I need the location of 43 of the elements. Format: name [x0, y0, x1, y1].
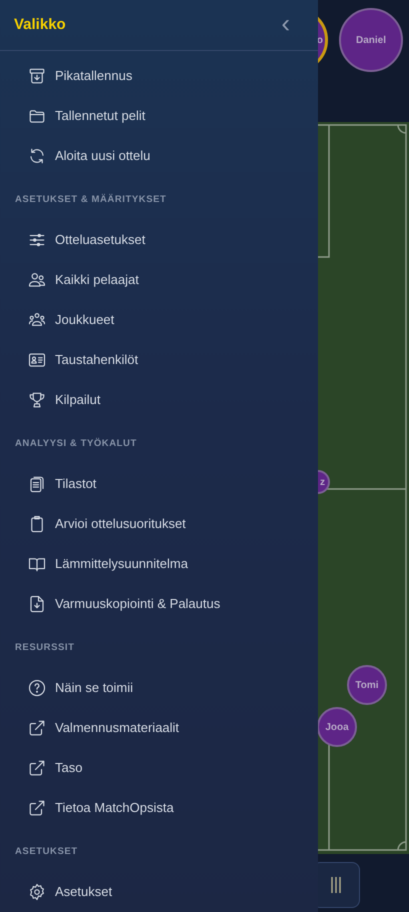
menu-item[interactable]: Asetukset — [0, 872, 318, 912]
menu-title: Valikko — [14, 14, 66, 35]
menu-item[interactable]: Aloita uusi ottelu — [0, 136, 318, 176]
menu-item[interactable]: Lämmittelysuunnitelma — [0, 544, 318, 584]
menu-item[interactable]: Näin se toimii — [0, 668, 318, 708]
id-card-icon — [28, 351, 46, 369]
refresh-icon — [28, 147, 46, 165]
group-icon — [28, 311, 46, 329]
menu-item[interactable]: Arvioi ottelusuoritukset — [0, 504, 318, 544]
grip-icon — [330, 876, 342, 894]
settings-icon — [28, 883, 46, 901]
menu-item[interactable]: Joukkueet — [0, 300, 318, 340]
menu-item[interactable]: Kilpailut — [0, 380, 318, 420]
menu-item[interactable]: Valmennusmateriaalit — [0, 708, 318, 748]
menu-item[interactable]: Tilastot — [0, 464, 318, 504]
menu-item[interactable]: Kaikki pelaajat — [0, 260, 318, 300]
menu-item[interactable]: Tietoa MatchOpsista — [0, 788, 318, 828]
section-heading: ANALYYSI & TYÖKALUT — [15, 436, 137, 451]
users-icon — [28, 271, 46, 289]
help-icon — [28, 679, 46, 697]
folder-icon — [28, 107, 46, 125]
menu-item[interactable]: Varmuuskopiointi & Palautus — [0, 584, 318, 624]
external-link-icon — [28, 799, 46, 817]
trophy-icon — [28, 391, 46, 409]
menu-item[interactable]: Otteluasetukset — [0, 220, 318, 260]
external-link-icon — [28, 759, 46, 777]
section-heading: ASETUKSET & MÄÄRITYKSET — [15, 192, 166, 207]
handle-button[interactable] — [318, 862, 360, 908]
sliders-icon — [28, 231, 46, 249]
menu-item[interactable]: Pikatallennus — [0, 56, 318, 96]
close-button[interactable]: ‹ — [275, 10, 304, 40]
clipboard-icon — [28, 515, 46, 533]
menu-item[interactable]: Taso — [0, 748, 318, 788]
archive-icon — [28, 67, 46, 85]
menu-item[interactable]: Taustahenkilöt — [0, 340, 318, 380]
section-heading: ASETUKSET — [15, 844, 78, 859]
file-download-icon — [28, 595, 46, 613]
external-link-icon — [28, 719, 46, 737]
clipboard-list-icon — [28, 475, 46, 493]
book-icon — [28, 555, 46, 573]
player-token[interactable]: Daniel — [339, 8, 403, 72]
section-heading: RESURSSIT — [15, 640, 74, 655]
menu-item[interactable]: Tallennetut pelit — [0, 96, 318, 136]
